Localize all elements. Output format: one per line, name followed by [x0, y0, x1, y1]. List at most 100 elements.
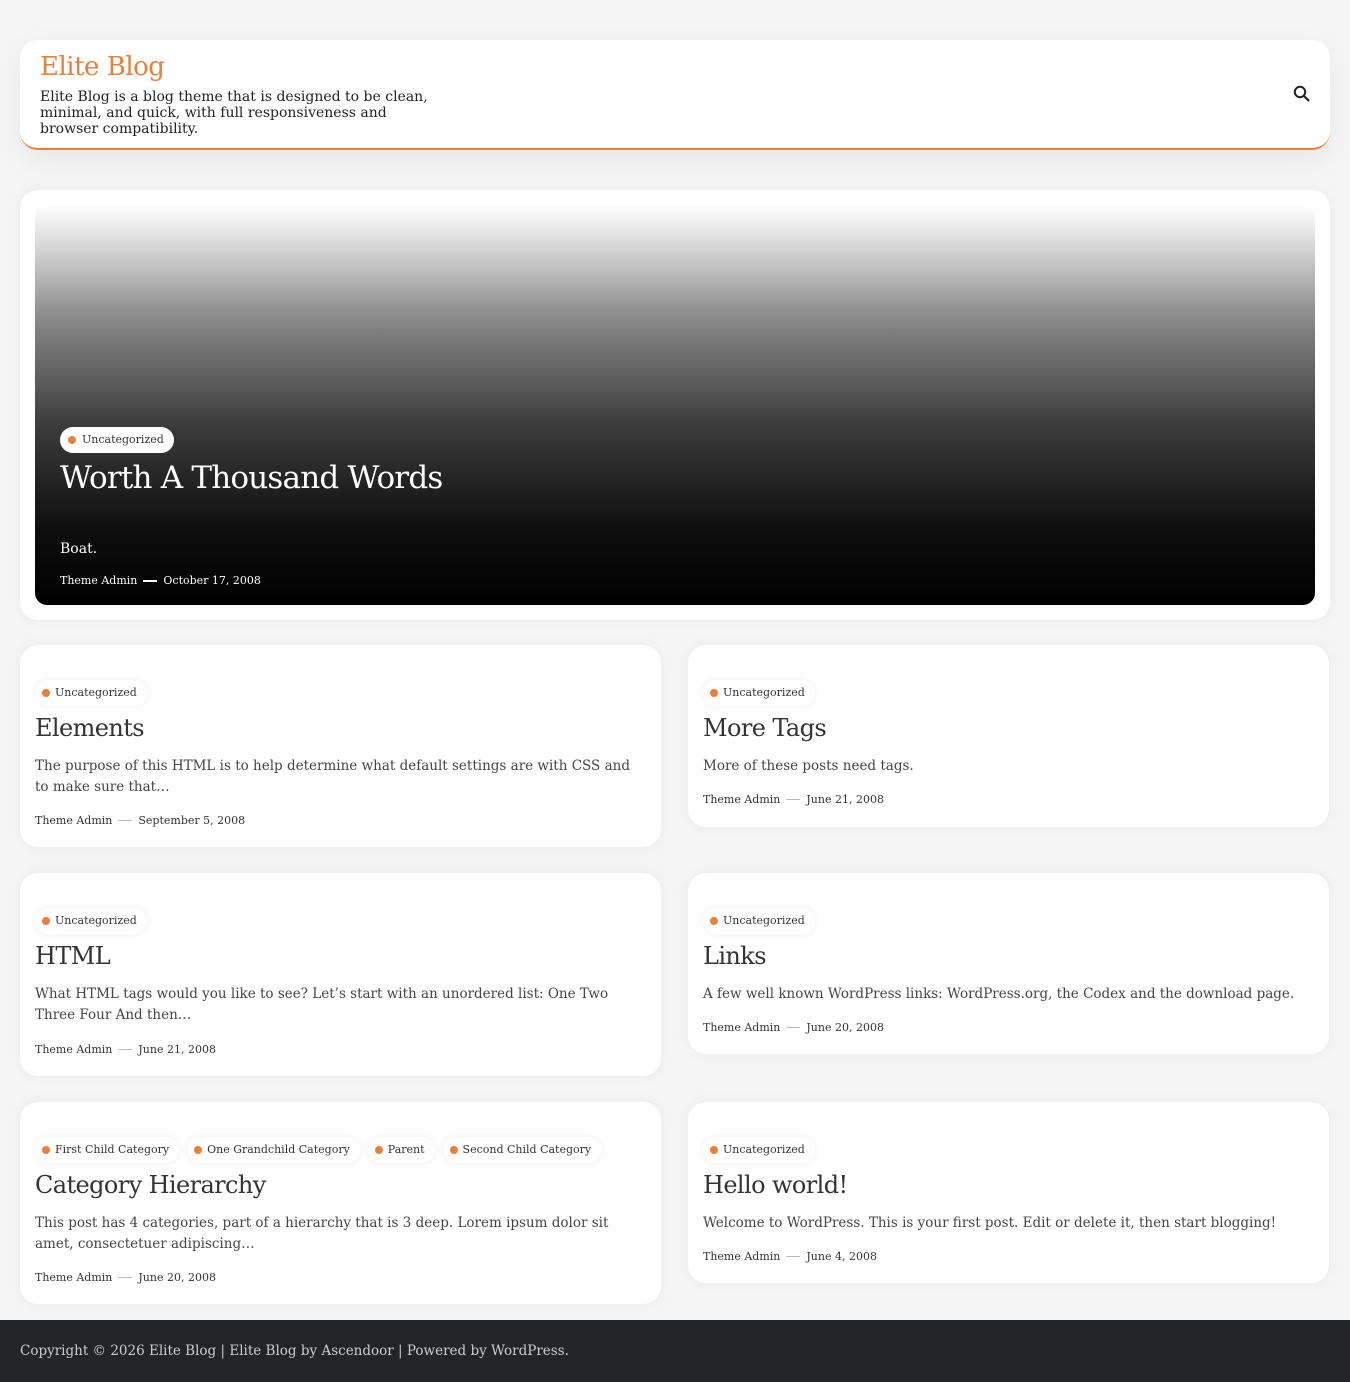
post-author[interactable]: Theme Admin	[703, 1250, 780, 1263]
post-author[interactable]: Theme Admin	[703, 793, 780, 806]
category-badge[interactable]: Second Child Category	[442, 1137, 602, 1163]
post-excerpt: The purpose of this HTML is to help dete…	[35, 758, 630, 795]
post-excerpt: A few well known WordPress links: WordPr…	[703, 986, 1295, 1002]
post-date[interactable]: June 4, 2008	[806, 1250, 877, 1263]
footer-separator: |	[220, 1343, 226, 1359]
post-title[interactable]: More Tags	[703, 714, 827, 742]
post-meta: Theme Admin June 4, 2008	[703, 1250, 877, 1263]
featured-post-image[interactable]: Uncategorized Worth A Thousand Words Boa…	[35, 205, 1315, 605]
post-title[interactable]: Links	[703, 942, 767, 970]
post-date[interactable]: June 20, 2008	[806, 1021, 884, 1034]
post-card: Uncategorized More Tags More of these po…	[688, 645, 1329, 827]
meta-separator	[143, 579, 158, 582]
meta-separator	[118, 1277, 133, 1278]
featured-post-card: Uncategorized Worth A Thousand Words Boa…	[20, 190, 1330, 620]
category-badge[interactable]: Parent	[367, 1137, 435, 1163]
category-dot	[710, 689, 718, 697]
category-dot	[710, 1146, 718, 1154]
category-badge[interactable]: Uncategorized	[703, 1137, 815, 1163]
post-card: First Child Category One Grandchild Cate…	[20, 1102, 661, 1304]
post-card: Uncategorized Links A few well known Wor…	[688, 873, 1329, 1054]
category-dot	[194, 1146, 203, 1154]
post-categories: Uncategorized	[703, 680, 815, 706]
post-categories: Uncategorized	[703, 908, 815, 934]
post-excerpt: Welcome to WordPress. This is your first…	[703, 1215, 1277, 1231]
category-label: Uncategorized	[723, 914, 805, 927]
category-label: One Grandchild Category	[207, 1143, 350, 1156]
category-label: Second Child Category	[462, 1143, 592, 1156]
category-label: Parent	[387, 1143, 425, 1156]
post-categories: Uncategorized	[35, 908, 147, 934]
featured-post-title[interactable]: Worth A Thousand Words	[60, 460, 443, 496]
post-excerpt: What HTML tags would you like to see? Le…	[35, 986, 609, 1023]
featured-post-meta: Theme Admin October 17, 2008	[60, 574, 261, 587]
meta-separator	[786, 1027, 801, 1028]
footer-period: .	[564, 1343, 569, 1359]
category-label: Uncategorized	[723, 686, 805, 699]
post-categories: First Child Category One Grandchild Cate…	[35, 1137, 602, 1163]
category-dot	[710, 917, 718, 925]
featured-post-excerpt: Boat.	[60, 541, 98, 557]
post-title[interactable]: Hello world!	[703, 1171, 848, 1199]
post-title[interactable]: Category Hierarchy	[35, 1171, 266, 1199]
site-header: Elite Blog Elite Blog is a blog theme th…	[20, 40, 1330, 150]
post-card: Uncategorized HTML What HTML tags would …	[20, 873, 661, 1076]
footer-powered-by: Powered by	[406, 1343, 487, 1359]
post-date[interactable]: September 5, 2008	[138, 814, 245, 827]
post-date[interactable]: June 21, 2008	[806, 793, 884, 806]
post-meta: Theme Admin June 20, 2008	[35, 1271, 216, 1284]
category-badge[interactable]: Uncategorized	[35, 680, 147, 706]
meta-separator	[786, 1256, 801, 1257]
category-dot	[42, 689, 50, 697]
post-card: Uncategorized Elements The purpose of th…	[20, 645, 661, 847]
category-badge[interactable]: One Grandchild Category	[187, 1137, 360, 1163]
footer-wordpress-link[interactable]: WordPress	[491, 1343, 565, 1359]
meta-separator	[786, 799, 801, 800]
featured-post-date[interactable]: October 17, 2008	[163, 574, 261, 587]
post-meta: Theme Admin June 20, 2008	[703, 1021, 884, 1034]
featured-category-label: Uncategorized	[82, 433, 164, 446]
post-title[interactable]: HTML	[35, 942, 111, 970]
category-label: Uncategorized	[723, 1143, 805, 1156]
category-label: Uncategorized	[55, 914, 137, 927]
category-badge[interactable]: Uncategorized	[703, 680, 815, 706]
post-excerpt: More of these posts need tags.	[703, 758, 914, 774]
site-title[interactable]: Elite Blog	[40, 52, 165, 82]
category-dot	[68, 436, 76, 444]
post-title[interactable]: Elements	[35, 714, 145, 742]
category-badge[interactable]: Uncategorized	[35, 908, 147, 934]
post-author[interactable]: Theme Admin	[35, 1043, 112, 1056]
category-dot	[42, 1146, 50, 1154]
meta-separator	[118, 1049, 133, 1050]
post-date[interactable]: June 21, 2008	[138, 1043, 216, 1056]
featured-category-badge[interactable]: Uncategorized	[60, 427, 174, 453]
site-description: Elite Blog is a blog theme that is desig…	[40, 89, 428, 137]
post-meta: Theme Admin June 21, 2008	[35, 1043, 216, 1056]
meta-separator	[118, 820, 133, 821]
post-meta: Theme Admin June 21, 2008	[703, 793, 884, 806]
post-categories: Uncategorized	[703, 1137, 815, 1163]
post-date[interactable]: June 20, 2008	[138, 1271, 216, 1284]
search-icon[interactable]	[1292, 84, 1312, 104]
category-dot	[449, 1146, 458, 1154]
category-dot	[374, 1146, 383, 1154]
post-meta: Theme Admin September 5, 2008	[35, 814, 245, 827]
site-footer: Copyright © 2026 Elite Blog | Elite Blog…	[0, 1320, 1350, 1382]
featured-post-author[interactable]: Theme Admin	[60, 574, 137, 587]
post-author[interactable]: Theme Admin	[703, 1021, 780, 1034]
post-card: Uncategorized Hello world! Welcome to Wo…	[688, 1102, 1329, 1283]
footer-theme-name: Elite Blog	[229, 1343, 297, 1359]
category-badge[interactable]: First Child Category	[35, 1137, 180, 1163]
category-badge[interactable]: Uncategorized	[703, 908, 815, 934]
footer-separator: |	[398, 1343, 403, 1359]
category-dot	[42, 917, 50, 925]
post-categories: Uncategorized	[35, 680, 147, 706]
footer-by: by	[300, 1343, 318, 1359]
footer-author-link[interactable]: Ascendoor	[321, 1343, 393, 1359]
category-label: First Child Category	[55, 1143, 170, 1156]
post-excerpt: This post has 4 categories, part of a hi…	[35, 1215, 609, 1252]
post-author[interactable]: Theme Admin	[35, 814, 112, 827]
footer-copyright: Copyright © 2026 Elite Blog	[20, 1343, 217, 1359]
post-author[interactable]: Theme Admin	[35, 1271, 112, 1284]
category-label: Uncategorized	[55, 686, 137, 699]
